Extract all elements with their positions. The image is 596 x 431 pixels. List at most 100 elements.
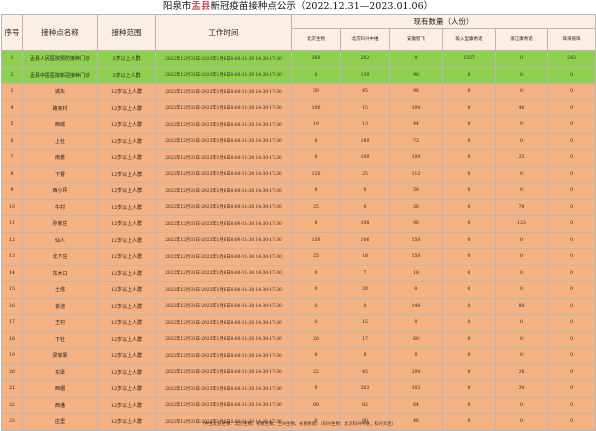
work-time-cell: 2022年12月31日-2023年1月6日8:00-11:30 14:30-17… (155, 314, 292, 332)
scope-cell: 12岁以上人群 (97, 165, 156, 183)
work-time-cell: 2022年12月31日-2023年1月6日8:00-11:30 14:30-17… (155, 248, 292, 266)
table-row: 18 下社 12岁以上人群 2022年12月31日-2023年1月6日8:00-11:… (1, 330, 596, 348)
table-row: 11 孙家庄 12岁以上人群 2022年12月31日-2023年1月6日8:00-11… (1, 215, 596, 233)
scope-cell: 12岁以上人群 (97, 132, 156, 150)
table-row: 21 西烟 12岁以上人群 2022年12月31日-2023年1月6日8:00-11:… (1, 380, 596, 398)
stock-count-cell: 302 (389, 380, 443, 398)
site-name-cell: 下曹 (22, 165, 98, 183)
stock-count-cell: 96 (389, 215, 443, 233)
row-number-cell: 13 (1, 248, 23, 266)
stock-count-cell: 0 (291, 297, 341, 315)
stock-count-cell: 0 (291, 380, 341, 398)
stock-count-cell: 0 (340, 182, 390, 200)
table-row: 17 王村 12岁以上人群 2022年12月31日-2023年1月6日8:00-11:… (1, 314, 596, 332)
title-county: 盂县 (191, 1, 211, 12)
scope-cell: 12岁以上人群 (97, 99, 156, 117)
work-time-cell: 2022年12月31日-2023年1月6日8:00-11:30 14:30-17… (155, 281, 292, 299)
stock-count-cell: 0 (340, 198, 390, 216)
stock-count-cell: 82 (340, 396, 390, 414)
stock-count-cell: 0 (291, 132, 341, 150)
col-header-vaccine: 安徽智飞 (389, 28, 443, 51)
col-header-stock: 现有数量（人份） (290, 14, 596, 29)
scope-cell: 12岁以上人群 (97, 264, 156, 282)
table-row: 9 西小坪 12岁以上人群 2022年12月31日-2023年1月6日8:00-11:… (1, 182, 596, 200)
stock-count-cell: 18 (340, 248, 390, 266)
stock-count-cell: 100 (389, 149, 443, 167)
stock-count-cell: 13 (340, 116, 390, 134)
table-row: 5 西城 12岁以上人群 2022年12月31日-2023年1月6日8:00-11:3… (1, 116, 596, 134)
vaccination-sites-table: 序号 接种点名称 接种范围 工作时间 现有数量（人份） 北京生物 北京科兴中维 … (1, 14, 596, 431)
stock-count-cell: 0 (291, 281, 341, 299)
col-header-vaccine: 珠海丽珠 (546, 28, 596, 51)
title-suffix: 新冠疫苗接种点公示（2022.12.31—2023.01.06） (210, 1, 434, 12)
table-row: 15 土塔 12岁以上人群 2022年12月31日-2023年1月6日8:00-11:… (1, 281, 596, 299)
site-name-cell: 牛村 (22, 198, 98, 216)
scope-cell: 12岁以上人群 (97, 231, 156, 249)
stock-count-cell: 0 (546, 396, 596, 414)
stock-count-cell: 0 (546, 165, 596, 183)
work-time-cell: 2022年12月31日-2023年1月6日8:00-11:30 14:30-17… (155, 297, 292, 315)
stock-count-cell: 0 (389, 50, 443, 68)
col-header-vaccine: 吸入型康希诺 (442, 28, 496, 51)
scope-cell: 12岁以上人群 (97, 281, 156, 299)
stock-count-cell: 0 (546, 264, 596, 282)
stock-count-cell: 0 (546, 149, 596, 167)
stock-count-cell: 0 (442, 314, 496, 332)
stock-count-cell: 0 (442, 66, 496, 84)
stock-count-cell: 0 (291, 149, 341, 167)
row-number-cell: 3 (1, 83, 23, 101)
stock-count-cell: 0 (495, 330, 548, 348)
stock-count-cell: 0 (546, 314, 596, 332)
table-row: 22 西潘 12岁以上人群 2022年12月31日-2023年1月6日8:00-11:… (1, 396, 596, 414)
stock-count-cell: 0 (442, 347, 496, 365)
stock-count-cell: 0 (495, 281, 548, 299)
scope-cell: 12岁以上人群 (97, 198, 156, 216)
stock-count-cell: 0 (442, 182, 496, 200)
work-time-cell: 2022年12月31日-2023年1月6日8:00-11:30 14:30-17… (155, 347, 292, 365)
stock-count-cell: 36 (389, 198, 443, 216)
stock-count-cell: 60 (291, 396, 341, 414)
table-row: 6 上社 12岁以上人群 2022年12月31日-2023年1月6日8:00-11:3… (1, 132, 596, 150)
scope-cell: 12岁以上人群 (97, 215, 156, 233)
scope-cell: 12岁以上人群 (97, 363, 156, 381)
table-row: 7 南娄 12岁以上人群 2022年12月31日-2023年1月6日8:00-11:3… (1, 149, 596, 167)
row-number-cell: 21 (1, 380, 23, 398)
stock-count-cell: 0 (495, 165, 548, 183)
scope-cell: 12岁以上人群 (97, 380, 156, 398)
stock-count-cell: 106 (340, 231, 390, 249)
stock-count-cell: 72 (389, 132, 443, 150)
stock-count-cell: 0 (546, 182, 596, 200)
site-name-cell: 下社 (22, 330, 98, 348)
stock-count-cell: 70 (495, 198, 548, 216)
row-number-cell: 12 (1, 231, 23, 249)
stock-count-cell: 0 (389, 314, 443, 332)
site-name-cell: 王村 (22, 314, 98, 332)
stock-count-cell: 30 (495, 380, 548, 398)
stock-count-cell: 0 (495, 264, 548, 282)
stock-count-cell: 0 (442, 380, 496, 398)
site-name-cell: 盂县中医医院新冠接种门诊 (22, 66, 98, 84)
stock-count-cell: 0 (495, 116, 548, 134)
row-number-cell: 20 (1, 363, 23, 381)
stock-count-cell: 120 (291, 165, 341, 183)
stock-count-cell: 0 (340, 297, 390, 315)
stock-count-cell: 0 (442, 132, 496, 150)
stock-count-cell: 0 (546, 99, 596, 117)
site-name-cell: 土塔 (22, 281, 98, 299)
stock-count-cell: 0 (546, 281, 596, 299)
scope-cell: 12岁以上人群 (97, 396, 156, 414)
stock-count-cell: 0 (442, 198, 496, 216)
stock-count-cell: 0 (389, 281, 443, 299)
stock-count-cell: 15 (340, 314, 390, 332)
table-row: 10 牛村 12岁以上人群 2022年12月31日-2023年1月6日8:00-11:… (1, 198, 596, 216)
stock-count-cell: 22 (291, 363, 341, 381)
col-header-time: 工作时间 (155, 14, 292, 51)
stock-count-cell: 123 (495, 215, 548, 233)
stock-count-cell: 0 (495, 314, 548, 332)
stock-count-cell: 25 (495, 149, 548, 167)
stock-count-cell: 0 (546, 347, 596, 365)
row-number-cell: 14 (1, 264, 23, 282)
col-header-scope: 接种范围 (97, 14, 156, 51)
work-time-cell: 2022年12月31日-2023年1月6日8:00-11:30 14:30-17… (155, 396, 292, 414)
stock-count-cell: 0 (546, 132, 596, 150)
